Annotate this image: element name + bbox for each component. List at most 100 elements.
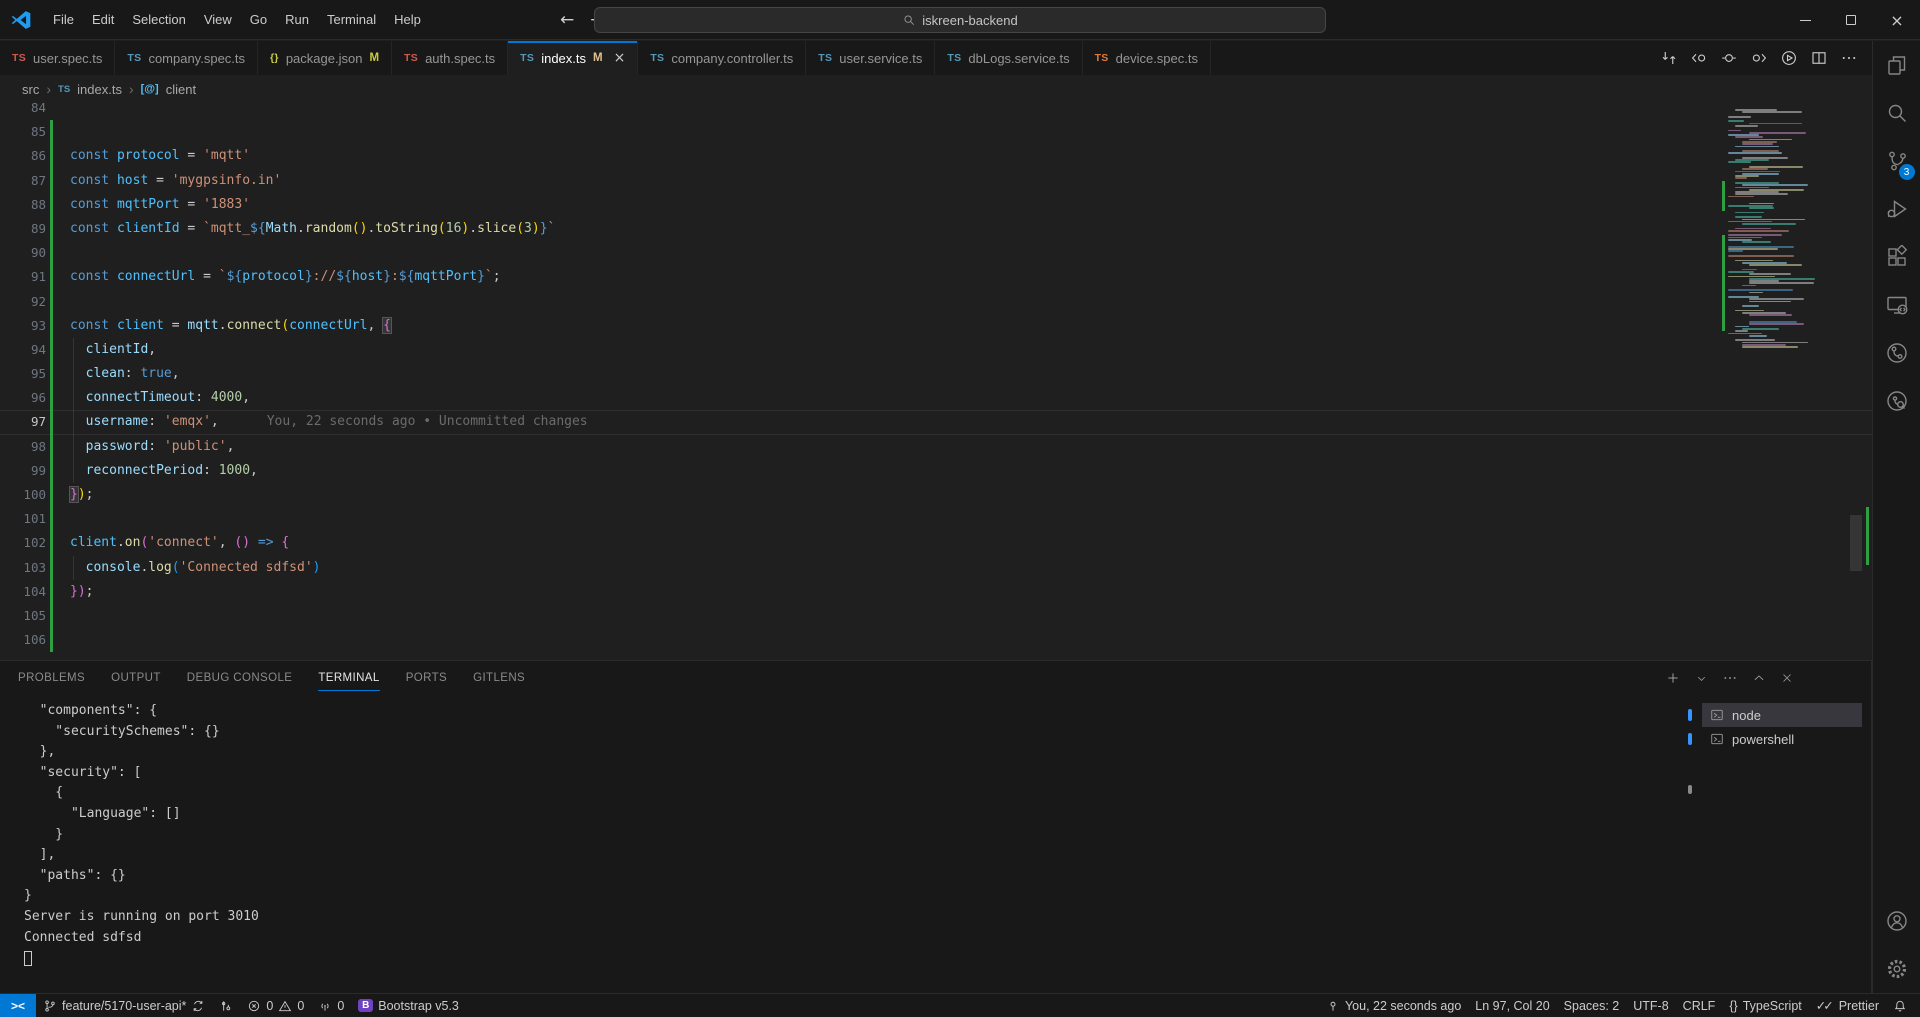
terminal-session-node[interactable]: node: [1702, 703, 1862, 727]
line-number[interactable]: 99: [0, 459, 46, 483]
line-number[interactable]: 93: [0, 314, 46, 338]
line-number[interactable]: 88: [0, 193, 46, 217]
gitlens-inspect-icon[interactable]: [1873, 377, 1920, 425]
gitlens-status-item[interactable]: [212, 994, 240, 1017]
git-branch-item[interactable]: feature/5170-user-api*: [36, 994, 212, 1017]
more-actions-icon[interactable]: [1836, 45, 1862, 71]
line-number[interactable]: 105: [0, 604, 46, 628]
code-line[interactable]: 96 connectTimeout: 4000,: [0, 386, 1872, 410]
tab-user.service.ts[interactable]: TSuser.service.ts: [806, 41, 935, 75]
menu-view[interactable]: View: [195, 8, 241, 31]
blame-item[interactable]: You, 22 seconds ago: [1319, 994, 1468, 1017]
code-line[interactable]: 91const connectUrl = `${protocol}://${ho…: [0, 265, 1872, 289]
remote-indicator[interactable]: ><: [0, 994, 36, 1017]
tab-dbLogs.service.ts[interactable]: TSdbLogs.service.ts: [935, 41, 1082, 75]
minimize-button[interactable]: [1782, 0, 1828, 40]
encoding-item[interactable]: UTF-8: [1626, 994, 1675, 1017]
code-line[interactable]: 101: [0, 507, 1872, 531]
line-number[interactable]: 90: [0, 241, 46, 265]
panel-tab-ports[interactable]: PORTS: [406, 661, 447, 695]
code-line[interactable]: 105: [0, 604, 1872, 628]
panel-tab-output[interactable]: OUTPUT: [111, 661, 161, 695]
terminal-picker-chevron-icon[interactable]: [1695, 672, 1708, 685]
code-line[interactable]: 99 reconnectPeriod: 1000,: [0, 459, 1872, 483]
settings-icon[interactable]: [1873, 945, 1920, 993]
tab-index.ts[interactable]: TSindex.tsM×: [508, 41, 638, 75]
search-icon[interactable]: [1873, 89, 1920, 137]
formatter-item[interactable]: ✓✓ Prettier: [1809, 994, 1886, 1017]
line-number[interactable]: 85: [0, 120, 46, 144]
minimap[interactable]: [1726, 109, 1812, 409]
source-control-icon[interactable]: 3: [1873, 137, 1920, 185]
account-icon[interactable]: [1873, 897, 1920, 945]
line-number[interactable]: 98: [0, 435, 46, 459]
code-line[interactable]: 86const protocol = 'mqtt': [0, 144, 1872, 168]
code-line[interactable]: 92: [0, 290, 1872, 314]
code-line[interactable]: 104});: [0, 580, 1872, 604]
panel-tab-debug-console[interactable]: DEBUG CONSOLE: [187, 661, 293, 695]
line-number[interactable]: 100: [0, 483, 46, 507]
eol-item[interactable]: CRLF: [1676, 994, 1723, 1017]
next-change-icon[interactable]: [1746, 45, 1772, 71]
menu-go[interactable]: Go: [241, 8, 276, 31]
code-line[interactable]: 88const mqttPort = '1883': [0, 193, 1872, 217]
line-number[interactable]: 101: [0, 507, 46, 531]
terminal-output[interactable]: "components": { "securitySchemes": {} },…: [0, 701, 1632, 993]
menu-selection[interactable]: Selection: [123, 8, 194, 31]
previous-change-icon[interactable]: [1686, 45, 1712, 71]
line-number[interactable]: 91: [0, 265, 46, 289]
menu-file[interactable]: File: [44, 8, 83, 31]
tab-device.spec.ts[interactable]: TSdevice.spec.ts: [1083, 41, 1211, 75]
close-panel-icon[interactable]: [1780, 671, 1794, 685]
new-terminal-icon[interactable]: [1665, 670, 1681, 686]
close-button[interactable]: ×: [1874, 0, 1920, 40]
breadcrumb-symbol[interactable]: client: [166, 82, 196, 97]
terminal-session-powershell[interactable]: powershell: [1702, 727, 1862, 751]
line-number[interactable]: 95: [0, 362, 46, 386]
line-number[interactable]: 96: [0, 386, 46, 410]
tab-company.spec.ts[interactable]: TScompany.spec.ts: [115, 41, 258, 75]
code-line[interactable]: 106: [0, 628, 1872, 652]
menu-terminal[interactable]: Terminal: [318, 8, 385, 31]
extensions-icon[interactable]: [1873, 233, 1920, 281]
run-debug-icon[interactable]: [1873, 185, 1920, 233]
split-editor-icon[interactable]: [1806, 45, 1832, 71]
code-line[interactable]: 97 username: 'emqx',You, 22 seconds ago …: [0, 410, 1872, 434]
code-line[interactable]: 102client.on('connect', () => {: [0, 531, 1872, 555]
code-line[interactable]: 93const client = mqtt.connect(connectUrl…: [0, 314, 1872, 338]
menu-help[interactable]: Help: [385, 8, 430, 31]
tab-auth.spec.ts[interactable]: TSauth.spec.ts: [392, 41, 508, 75]
open-changes-icon[interactable]: [1716, 45, 1742, 71]
code-line[interactable]: 87const host = 'mygpsinfo.in': [0, 169, 1872, 193]
code-line[interactable]: 94 clientId,: [0, 338, 1872, 362]
code-line[interactable]: 103 console.log('Connected sdfsd'): [0, 556, 1872, 580]
cursor-position-item[interactable]: Ln 97, Col 20: [1468, 994, 1556, 1017]
breadcrumb-folder[interactable]: src: [22, 82, 39, 97]
code-line[interactable]: 85: [0, 120, 1872, 144]
line-number[interactable]: 104: [0, 580, 46, 604]
bootstrap-item[interactable]: B Bootstrap v5.3: [351, 994, 466, 1017]
indentation-item[interactable]: Spaces: 2: [1557, 994, 1627, 1017]
panel-tab-problems[interactable]: PROBLEMS: [18, 661, 85, 695]
close-tab-icon[interactable]: ×: [614, 50, 626, 66]
menu-edit[interactable]: Edit: [83, 8, 123, 31]
code-line[interactable]: 89const clientId = `mqtt_${Math.random()…: [0, 217, 1872, 241]
line-number[interactable]: 97: [0, 410, 46, 434]
compare-changes-icon[interactable]: [1656, 45, 1682, 71]
command-center-search[interactable]: iskreen-backend: [594, 7, 1326, 33]
panel-tab-terminal[interactable]: TERMINAL: [318, 661, 379, 695]
line-number[interactable]: 103: [0, 556, 46, 580]
gitlens-icon[interactable]: [1873, 329, 1920, 377]
panel-tab-gitlens[interactable]: GITLENS: [473, 661, 525, 695]
line-number[interactable]: 94: [0, 338, 46, 362]
notifications-item[interactable]: [1886, 994, 1914, 1017]
maximize-button[interactable]: [1828, 0, 1874, 40]
line-number[interactable]: 92: [0, 290, 46, 314]
line-number[interactable]: 87: [0, 169, 46, 193]
line-number[interactable]: 89: [0, 217, 46, 241]
code-editor[interactable]: 848586const protocol = 'mqtt'87const hos…: [0, 103, 1872, 660]
tab-user.spec.ts[interactable]: TSuser.spec.ts: [0, 41, 115, 75]
tab-package.json[interactable]: {}package.jsonM: [258, 41, 392, 75]
tab-company.controller.ts[interactable]: TScompany.controller.ts: [638, 41, 806, 75]
maximize-panel-icon[interactable]: [1752, 671, 1766, 685]
